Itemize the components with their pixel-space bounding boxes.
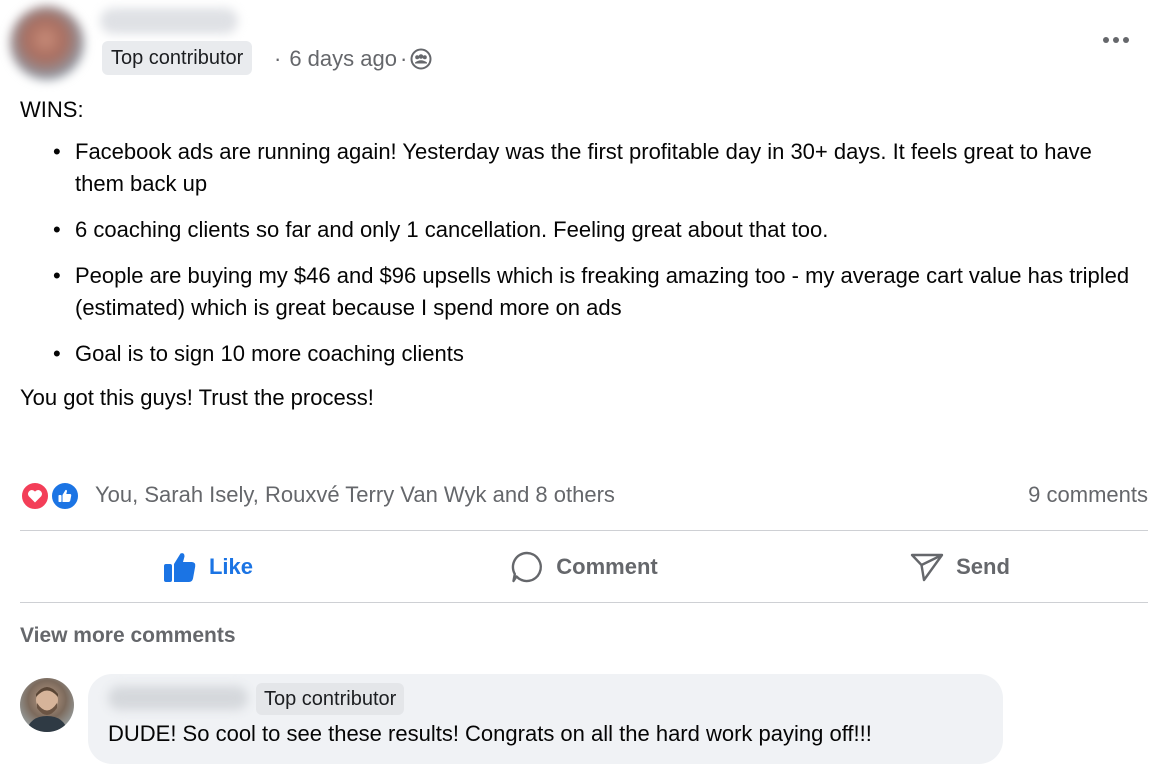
list-item: Facebook ads are running again! Yesterda…	[20, 136, 1130, 200]
group-icon[interactable]	[410, 48, 432, 70]
post-actions: Like Comment Send	[20, 538, 1148, 596]
post-meta: · 6 days ago ·	[274, 44, 432, 74]
divider	[20, 530, 1148, 531]
list-item: 6 coaching clients so far and only 1 can…	[20, 214, 1130, 246]
post-heading: WINS:	[20, 97, 84, 122]
reaction-names[interactable]: You, Sarah Isely, Rouxvé Terry Van Wyk a…	[95, 482, 615, 508]
view-more-comments-link[interactable]: View more comments	[20, 624, 236, 648]
reaction-icons[interactable]	[20, 479, 86, 511]
post-body: WINS: Facebook ads are running again! Ye…	[20, 94, 1130, 414]
send-button[interactable]: Send	[772, 538, 1148, 596]
divider	[20, 602, 1148, 603]
post-time[interactable]: 6 days ago	[289, 44, 397, 74]
comments-count[interactable]: 9 comments	[1028, 482, 1148, 508]
commenter-avatar[interactable]	[20, 678, 74, 732]
comment-icon	[510, 550, 544, 584]
author-avatar[interactable]	[10, 6, 84, 80]
list-item: People are buying my $46 and $96 upsells…	[20, 260, 1130, 324]
top-contributor-badge: Top contributor	[256, 683, 405, 715]
more-options-icon[interactable]	[1096, 26, 1136, 54]
comment-bubble: Top contributor DUDE! So cool to see the…	[88, 674, 1003, 764]
reactions-summary: You, Sarah Isely, Rouxvé Terry Van Wyk a…	[20, 478, 1148, 512]
comment-button[interactable]: Comment	[396, 538, 772, 596]
like-reaction-icon	[50, 481, 80, 511]
love-reaction-icon	[20, 481, 50, 511]
thumbs-up-icon	[163, 551, 197, 583]
like-label: Like	[208, 554, 254, 579]
comment-label: Comment	[556, 554, 658, 579]
send-label: Send	[956, 554, 1010, 579]
top-contributor-badge: Top contributor	[102, 41, 253, 75]
author-name[interactable]	[100, 8, 238, 34]
meta-separator: ·	[274, 46, 282, 71]
like-button[interactable]: Like	[20, 538, 396, 596]
post-closing: You got this guys! Trust the process!	[20, 385, 374, 410]
list-item: Goal is to sign 10 more coaching clients	[20, 338, 1130, 370]
meta-separator-2: ·	[399, 46, 408, 71]
wins-list: Facebook ads are running again! Yesterda…	[20, 136, 1130, 370]
commenter-name[interactable]	[108, 686, 248, 710]
comment-text: DUDE! So cool to see these results! Cong…	[108, 721, 872, 746]
send-icon	[910, 552, 944, 582]
